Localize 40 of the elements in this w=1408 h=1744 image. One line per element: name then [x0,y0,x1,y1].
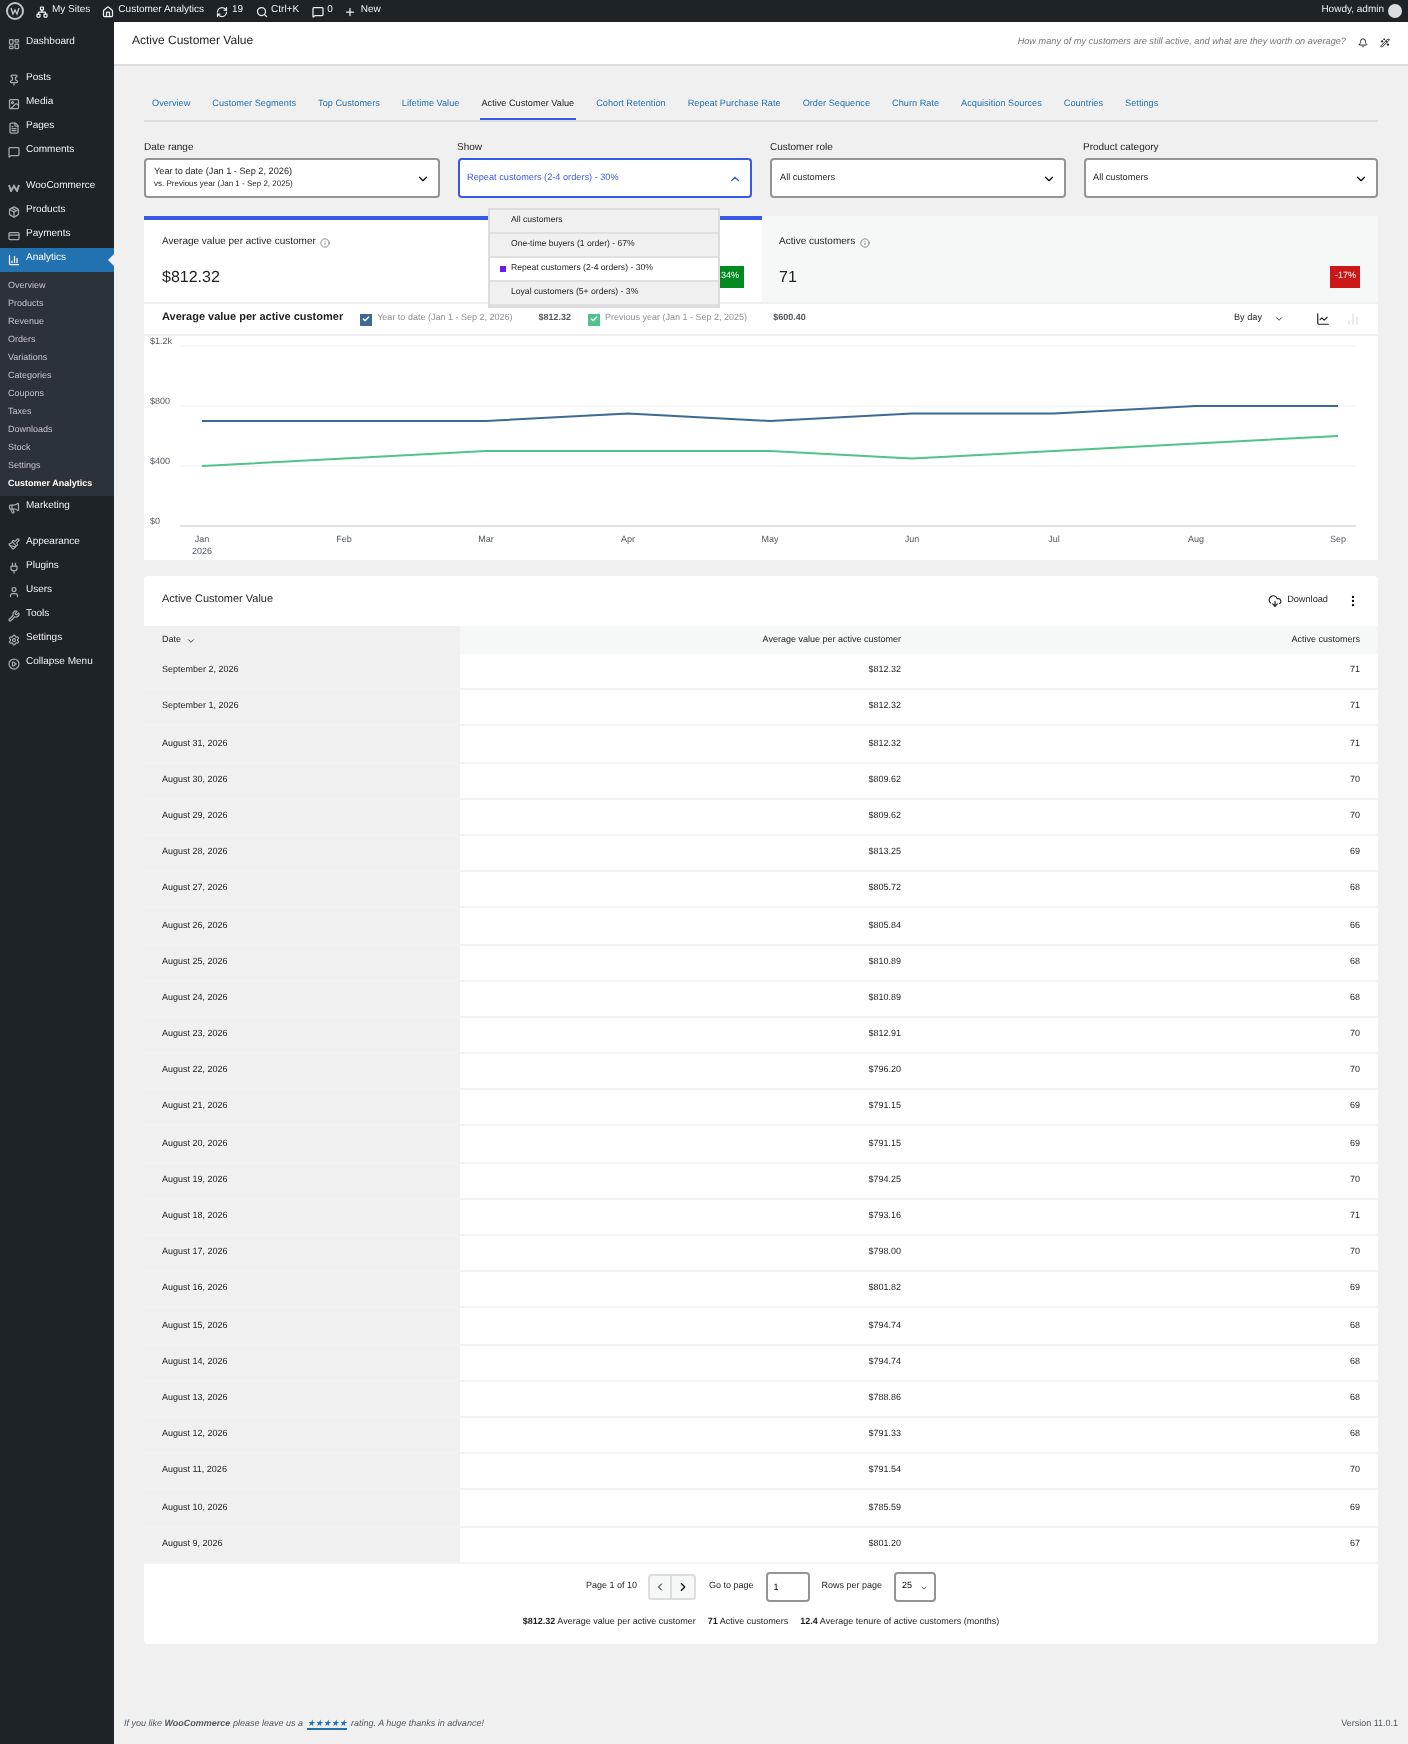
legend-checkbox[interactable] [587,313,600,325]
wordpress-logo-icon[interactable] [6,2,24,20]
comment-icon [311,5,324,17]
chevron-up-icon [728,171,742,185]
wand-icon[interactable] [1380,37,1390,48]
plus-icon [344,5,357,17]
kpi-value: 71 [779,265,797,289]
wrench-icon [8,610,20,622]
brush-icon [8,538,20,550]
chevron-down-icon [415,171,429,185]
card-icon [8,230,20,242]
comment-icon [8,146,20,158]
refresh-icon [215,5,228,17]
plug-icon [8,562,20,574]
pages-icon [8,122,20,134]
box-icon [8,206,20,218]
sort-icon [185,635,196,645]
legend-checkbox[interactable] [359,313,372,325]
user-icon [8,586,20,598]
home-icon [102,5,115,17]
kpi-value: $812.32 [162,265,220,289]
chevron-down-icon [1274,313,1284,324]
sites-icon [36,5,48,17]
dashboard-icon [8,38,20,50]
more-icon[interactable] [1346,594,1360,608]
line-chart-icon[interactable] [1316,312,1330,326]
search-icon [255,5,268,17]
play-circle-icon [8,658,20,670]
bell-icon[interactable] [1358,37,1368,48]
settings-icon [8,634,20,646]
bar-chart-icon [8,254,20,266]
megaphone-icon [8,502,20,514]
woo-icon [8,182,20,194]
chevron-down-icon [1354,171,1368,185]
cloud-download-icon [1267,594,1282,608]
avatar-icon [1388,4,1402,18]
current-pointer-icon [108,254,114,266]
media-icon [8,98,20,110]
chevron-down-icon [1041,171,1055,185]
pin-icon [8,74,20,86]
